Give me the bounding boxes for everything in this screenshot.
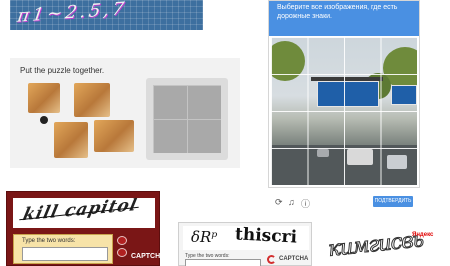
puzzle-piece[interactable] xyxy=(28,83,60,113)
puzzle-drop-board[interactable] xyxy=(146,78,228,160)
answer-input[interactable] xyxy=(22,247,108,261)
answer-box: Type the two words: xyxy=(13,234,113,264)
refresh-icon[interactable] xyxy=(117,236,127,245)
headphones-icon[interactable]: ♫ xyxy=(288,197,295,207)
image-grid-captcha: Выберите все изображения, где есть дорож… xyxy=(268,0,420,209)
audio-icon[interactable] xyxy=(117,248,127,257)
gray-captcha-widget: δRᵖ thiscri Type the two words: CAPTCHA xyxy=(178,222,312,266)
red-captcha-widget: kill capitol Type the two words: CAPTCHA xyxy=(6,191,165,266)
recaptcha-logo-icon xyxy=(267,255,276,264)
captcha-distorted-text: kill capitol xyxy=(20,198,140,226)
captcha-image: δRᵖ thiscri xyxy=(183,224,309,250)
refresh-icon[interactable]: ⟳ xyxy=(275,197,283,208)
answer-prompt: Type the two words: xyxy=(22,238,76,244)
puzzle-piece[interactable] xyxy=(54,122,88,158)
yandex-captcha: кимгисвь Яндекс xyxy=(322,227,434,266)
captcha-word-1: δRᵖ xyxy=(191,228,218,246)
text-captcha-image: π1~2.5,7 xyxy=(10,0,203,30)
captcha-distorted-text: кимгисвь xyxy=(327,227,425,262)
puzzle-piece[interactable] xyxy=(74,83,110,117)
yandex-logo: Яндекс xyxy=(412,232,434,238)
puzzle-slot-grid xyxy=(153,85,221,153)
captcha-image: kill capitol xyxy=(13,198,155,228)
captcha-brand: CAPTCHA xyxy=(279,256,309,262)
info-icon[interactable]: ⓘ xyxy=(301,197,310,210)
captcha-brand: CAPTCHA xyxy=(131,253,166,260)
answer-input[interactable] xyxy=(185,259,261,266)
puzzle-title: Put the puzzle together. xyxy=(20,66,105,75)
puzzle-piece[interactable] xyxy=(94,120,134,152)
captcha-word-2: thiscri xyxy=(234,224,298,248)
puzzle-captcha: Put the puzzle together. xyxy=(10,58,240,168)
captcha-instruction: Выберите все изображения, где есть дорож… xyxy=(269,1,419,36)
verify-button[interactable]: ПОДТВЕРДИТЬ xyxy=(373,196,413,207)
road-photo xyxy=(271,37,417,185)
tile-grid[interactable] xyxy=(271,37,417,185)
puzzle-peg xyxy=(40,116,48,124)
